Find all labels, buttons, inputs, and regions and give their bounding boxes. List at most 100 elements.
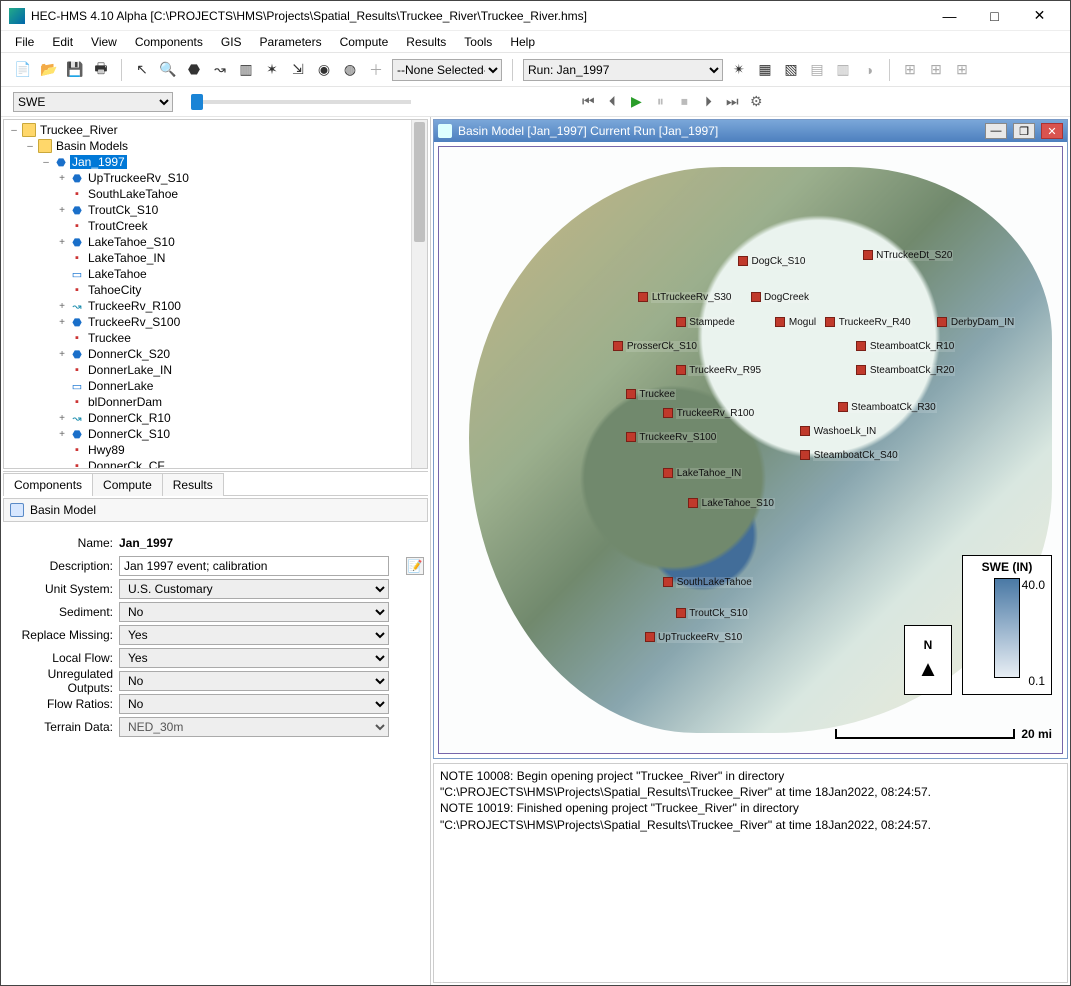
menu-gis[interactable]: GIS: [213, 33, 250, 51]
map-element-node[interactable]: [800, 450, 810, 460]
map-element-node[interactable]: [676, 365, 686, 375]
grid1-icon[interactable]: ⊞: [900, 60, 920, 80]
expand-icon[interactable]: +: [56, 413, 68, 424]
map-element-label[interactable]: Truckee: [638, 389, 676, 400]
map-element-label[interactable]: TruckeeRv_S100: [638, 432, 717, 443]
map-element-node[interactable]: [751, 292, 761, 302]
field-input[interactable]: No: [119, 694, 389, 714]
globe-icon[interactable]: ◑: [859, 60, 879, 80]
tree-node[interactable]: ▪TahoeCity: [4, 282, 411, 298]
tree-node[interactable]: +⬣DonnerCk_S10: [4, 426, 411, 442]
add-icon[interactable]: ＋: [366, 60, 386, 80]
map-element-label[interactable]: UpTruckeeRv_S10: [657, 632, 743, 643]
menu-results[interactable]: Results: [398, 33, 454, 51]
menu-tools[interactable]: Tools: [456, 33, 500, 51]
element-selector[interactable]: --None Selected--: [392, 59, 502, 81]
tree-node[interactable]: +↝TruckeeRv_R100: [4, 298, 411, 314]
grid3-icon[interactable]: ⊞: [952, 60, 972, 80]
tab-results[interactable]: Results: [162, 473, 224, 496]
map-element-label[interactable]: DogCreek: [763, 292, 810, 303]
tree-node[interactable]: +⬣TruckeeRv_S100: [4, 314, 411, 330]
scrollbar-thumb[interactable]: [414, 122, 425, 242]
settings-icon[interactable]: ⚙: [747, 93, 765, 111]
close-button[interactable]: ✕: [1017, 2, 1062, 30]
map-element-node[interactable]: [613, 341, 623, 351]
menu-edit[interactable]: Edit: [44, 33, 81, 51]
zoom-icon[interactable]: 🔍: [158, 60, 178, 80]
menu-compute[interactable]: Compute: [332, 33, 397, 51]
map-element-node[interactable]: [863, 250, 873, 260]
tree-node[interactable]: ▪TroutCreek: [4, 218, 411, 234]
expand-icon[interactable]: +: [56, 317, 68, 328]
tree-node[interactable]: ▭LakeTahoe: [4, 266, 411, 282]
slider-thumb[interactable]: [191, 94, 203, 110]
step-back-icon[interactable]: ⏴: [603, 93, 621, 111]
map-element-label[interactable]: TruckeeRv_R100: [676, 408, 755, 419]
map-element-node[interactable]: [800, 426, 810, 436]
junction-tool-icon[interactable]: ✶: [262, 60, 282, 80]
map-element-label[interactable]: Mogul: [788, 317, 817, 328]
notes-icon[interactable]: 📝: [406, 557, 424, 575]
map-element-node[interactable]: [738, 256, 748, 266]
print-icon[interactable]: 🖶: [91, 60, 111, 80]
map-element-node[interactable]: [626, 432, 636, 442]
map-element-label[interactable]: ProsserCk_S10: [626, 341, 698, 352]
tree-node[interactable]: ▭DonnerLake: [4, 378, 411, 394]
stop-icon[interactable]: ⏹: [675, 93, 693, 111]
tab-compute[interactable]: Compute: [92, 473, 163, 496]
tree-node[interactable]: +⬣TroutCk_S10: [4, 202, 411, 218]
sink-tool-icon[interactable]: ◍: [340, 60, 360, 80]
map-element-node[interactable]: [676, 317, 686, 327]
tree-node[interactable]: –⬣Jan_1997: [4, 154, 411, 170]
map-maximize-button[interactable]: ❐: [1013, 123, 1035, 139]
new-icon[interactable]: 📄: [13, 60, 33, 80]
layer-select[interactable]: SWE: [13, 92, 173, 112]
map-element-label[interactable]: LakeTahoe_IN: [676, 468, 743, 479]
results-icon[interactable]: ▦: [755, 60, 775, 80]
tree-scrollbar[interactable]: [411, 120, 427, 468]
tree-node[interactable]: ▪Truckee: [4, 330, 411, 346]
run-selector[interactable]: Run: Jan_1997: [523, 59, 723, 81]
tree-node[interactable]: +⬣DonnerCk_S20: [4, 346, 411, 362]
map-element-node[interactable]: [688, 498, 698, 508]
tree-node[interactable]: ▪DonnerLake_IN: [4, 362, 411, 378]
map-element-node[interactable]: [663, 468, 673, 478]
grid2-icon[interactable]: ⊞: [926, 60, 946, 80]
field-input[interactable]: NED_30m: [119, 717, 389, 737]
tree-node[interactable]: +↝DonnerCk_R10: [4, 410, 411, 426]
tree-node[interactable]: +⬣UpTruckeeRv_S10: [4, 170, 411, 186]
tab-components[interactable]: Components: [3, 473, 93, 496]
map-element-label[interactable]: WashoeLk_IN: [813, 426, 877, 437]
play-icon[interactable]: ▶: [627, 93, 645, 111]
expand-icon[interactable]: +: [56, 173, 68, 184]
map-element-node[interactable]: [856, 341, 866, 351]
field-input[interactable]: U.S. Customary: [119, 579, 389, 599]
tree-node[interactable]: ▪SouthLakeTahoe: [4, 186, 411, 202]
menu-parameters[interactable]: Parameters: [252, 33, 330, 51]
project-tree[interactable]: –Truckee_River–Basin Models–⬣Jan_1997+⬣U…: [4, 120, 411, 468]
map-element-node[interactable]: [838, 402, 848, 412]
expand-icon[interactable]: +: [56, 429, 68, 440]
map-element-label[interactable]: TroutCk_S10: [688, 608, 749, 619]
map-element-label[interactable]: SteamboatCk_R20: [869, 365, 956, 376]
map-element-node[interactable]: [676, 608, 686, 618]
pointer-icon[interactable]: ↖: [132, 60, 152, 80]
step-fwd-icon[interactable]: ⏵: [699, 93, 717, 111]
map-element-label[interactable]: LtTruckeeRv_S30: [651, 292, 733, 303]
menu-help[interactable]: Help: [502, 33, 543, 51]
table-icon[interactable]: ▤: [807, 60, 827, 80]
map-element-label[interactable]: DerbyDam_IN: [950, 317, 1015, 328]
map-element-label[interactable]: LakeTahoe_S10: [701, 498, 775, 509]
map-element-label[interactable]: SteamboatCk_S40: [813, 450, 899, 461]
field-input[interactable]: Yes: [119, 648, 389, 668]
reach-tool-icon[interactable]: ↝: [210, 60, 230, 80]
tree-node[interactable]: –Basin Models: [4, 138, 411, 154]
menu-view[interactable]: View: [83, 33, 125, 51]
open-icon[interactable]: 📂: [39, 60, 59, 80]
skip-start-icon[interactable]: ⏮: [579, 93, 597, 111]
map-element-label[interactable]: TruckeeRv_R40: [838, 317, 912, 328]
skip-end-icon[interactable]: ⏭: [723, 93, 741, 111]
expand-icon[interactable]: –: [24, 141, 36, 152]
minimize-button[interactable]: —: [927, 2, 972, 30]
pause-icon[interactable]: ⏸: [651, 93, 669, 111]
